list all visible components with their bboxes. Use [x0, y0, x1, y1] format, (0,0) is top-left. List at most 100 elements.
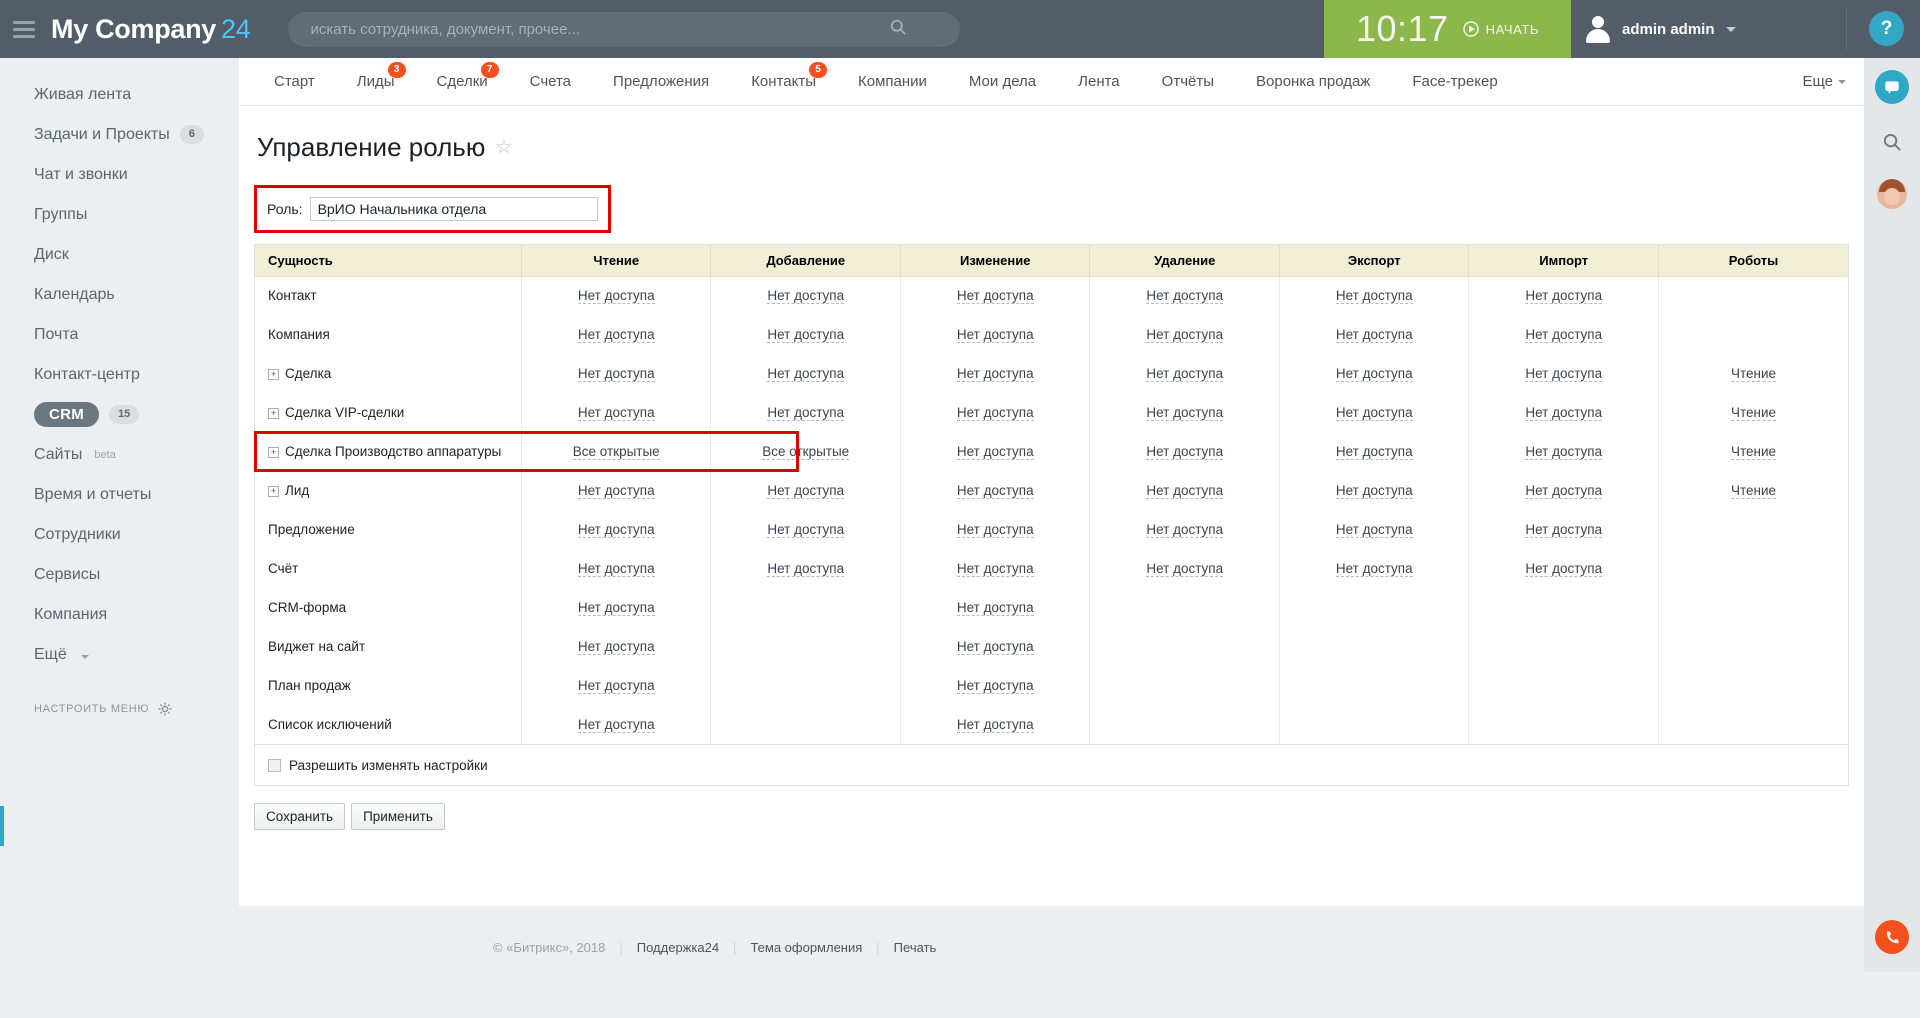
permission-link[interactable]: Нет доступа [957, 405, 1034, 421]
permission-link[interactable]: Нет доступа [957, 561, 1034, 577]
permission-link[interactable]: Нет доступа [1146, 366, 1223, 382]
setup-menu-button[interactable]: НАСТРОИТЬ МЕНЮ [0, 702, 239, 716]
permission-link[interactable]: Нет доступа [578, 327, 655, 343]
sidebar-item-2[interactable]: Задачи и Проекты6 [0, 118, 239, 151]
permission-link[interactable]: Нет доступа [957, 327, 1034, 343]
permission-link[interactable]: Нет доступа [578, 561, 655, 577]
permission-link[interactable]: Нет доступа [578, 678, 655, 694]
permission-link[interactable]: Чтение [1731, 366, 1776, 382]
sidebar-item-1[interactable]: Живая лента [0, 78, 239, 111]
nav-tab-10[interactable]: Отчёты [1141, 58, 1235, 106]
permission-link[interactable]: Нет доступа [578, 717, 655, 733]
permission-link[interactable]: Все открытые [762, 444, 849, 460]
permission-link[interactable]: Чтение [1731, 483, 1776, 499]
permission-link[interactable]: Нет доступа [1336, 522, 1413, 538]
expand-plus-icon[interactable]: + [268, 447, 279, 458]
nav-tab-6[interactable]: Контакты5 [730, 58, 837, 106]
permission-link[interactable]: Нет доступа [957, 288, 1034, 304]
permission-link[interactable]: Нет доступа [767, 483, 844, 499]
permission-link[interactable]: Нет доступа [957, 483, 1034, 499]
permission-link[interactable]: Нет доступа [767, 561, 844, 577]
sidebar-item-4[interactable]: Группы [0, 198, 239, 231]
sidebar-item-15[interactable]: Ещё [0, 638, 239, 671]
search-input[interactable] [288, 12, 960, 47]
permission-link[interactable]: Нет доступа [1336, 288, 1413, 304]
nav-more-button[interactable]: Еще [1802, 73, 1846, 90]
sidebar-item-11[interactable]: Время и отчеты [0, 478, 239, 511]
permission-link[interactable]: Чтение [1731, 444, 1776, 460]
permission-link[interactable]: Нет доступа [957, 522, 1034, 538]
permission-link[interactable]: Нет доступа [1525, 444, 1602, 460]
permission-link[interactable]: Нет доступа [1146, 483, 1223, 499]
permission-link[interactable]: Нет доступа [1146, 327, 1223, 343]
permission-link[interactable]: Нет доступа [1525, 522, 1602, 538]
allow-settings-checkbox[interactable] [268, 759, 281, 772]
work-timer[interactable]: 10:17 НАЧАТЬ [1324, 0, 1571, 58]
permission-link[interactable]: Нет доступа [578, 600, 655, 616]
permission-link[interactable]: Нет доступа [1525, 366, 1602, 382]
nav-tab-4[interactable]: Счета [509, 58, 592, 106]
nav-tab-11[interactable]: Воронка продаж [1235, 58, 1391, 106]
permission-link[interactable]: Нет доступа [578, 522, 655, 538]
nav-tab-3[interactable]: Сделки7 [416, 58, 509, 106]
role-name-input[interactable] [310, 197, 598, 221]
permission-link[interactable]: Нет доступа [1146, 444, 1223, 460]
sidebar-item-9[interactable]: CRM15 [0, 398, 239, 431]
sidebar-item-14[interactable]: Компания [0, 598, 239, 631]
apply-button[interactable]: Применить [351, 803, 445, 830]
nav-tab-1[interactable]: Старт [253, 58, 336, 106]
permission-link[interactable]: Нет доступа [1336, 366, 1413, 382]
hamburger-menu-icon[interactable] [13, 21, 35, 38]
sidebar-item-13[interactable]: Сервисы [0, 558, 239, 591]
permission-link[interactable]: Нет доступа [578, 639, 655, 655]
nav-tab-12[interactable]: Face-трекер [1391, 58, 1518, 106]
permission-link[interactable]: Чтение [1731, 405, 1776, 421]
sidebar-item-12[interactable]: Сотрудники [0, 518, 239, 551]
sidebar-scroll-indicator[interactable] [0, 806, 4, 846]
permission-link[interactable]: Нет доступа [957, 717, 1034, 733]
nav-tab-8[interactable]: Мои дела [948, 58, 1057, 106]
sidebar-item-10[interactable]: Сайтыbeta [0, 438, 239, 471]
nav-tab-7[interactable]: Компании [837, 58, 948, 106]
sidebar-item-6[interactable]: Календарь [0, 278, 239, 311]
permission-link[interactable]: Нет доступа [1146, 522, 1223, 538]
nav-tab-5[interactable]: Предложения [592, 58, 730, 106]
permission-link[interactable]: Нет доступа [1525, 327, 1602, 343]
permission-link[interactable]: Нет доступа [578, 366, 655, 382]
permission-link[interactable]: Нет доступа [1336, 561, 1413, 577]
permission-link[interactable]: Нет доступа [1146, 561, 1223, 577]
permission-link[interactable]: Нет доступа [767, 288, 844, 304]
expand-plus-icon[interactable]: + [268, 486, 279, 497]
permission-link[interactable]: Нет доступа [1336, 405, 1413, 421]
permission-link[interactable]: Нет доступа [1336, 483, 1413, 499]
permission-link[interactable]: Нет доступа [1336, 444, 1413, 460]
app-logo[interactable]: My Company24 [51, 14, 250, 45]
permission-link[interactable]: Нет доступа [1146, 405, 1223, 421]
nav-tab-2[interactable]: Лиды3 [336, 58, 416, 106]
permission-link[interactable]: Нет доступа [767, 327, 844, 343]
sidebar-item-3[interactable]: Чат и звонки [0, 158, 239, 191]
expand-plus-icon[interactable]: + [268, 408, 279, 419]
permission-link[interactable]: Нет доступа [767, 522, 844, 538]
permission-link[interactable]: Все открытые [573, 444, 660, 460]
sidebar-item-7[interactable]: Почта [0, 318, 239, 351]
save-button[interactable]: Сохранить [254, 803, 345, 830]
expand-plus-icon[interactable]: + [268, 369, 279, 380]
footer-link-1[interactable]: Поддержка24 [637, 940, 719, 955]
sidebar-item-8[interactable]: Контакт-центр [0, 358, 239, 391]
user-menu[interactable]: admin admin [1571, 0, 1756, 58]
favorite-star-icon[interactable]: ☆ [495, 136, 512, 159]
messenger-button[interactable] [1864, 58, 1920, 116]
permission-link[interactable]: Нет доступа [957, 678, 1034, 694]
nav-tab-9[interactable]: Лента [1057, 58, 1141, 106]
permission-link[interactable]: Нет доступа [578, 288, 655, 304]
rail-user-avatar[interactable] [1864, 168, 1920, 220]
permission-link[interactable]: Нет доступа [957, 366, 1034, 382]
permission-link[interactable]: Нет доступа [1525, 288, 1602, 304]
rail-search-button[interactable] [1864, 116, 1920, 168]
permission-link[interactable]: Нет доступа [1336, 327, 1413, 343]
help-button[interactable]: ? [1869, 11, 1904, 46]
permission-link[interactable]: Нет доступа [957, 600, 1034, 616]
footer-link-2[interactable]: Тема оформления [750, 940, 862, 955]
permission-link[interactable]: Нет доступа [1146, 288, 1223, 304]
